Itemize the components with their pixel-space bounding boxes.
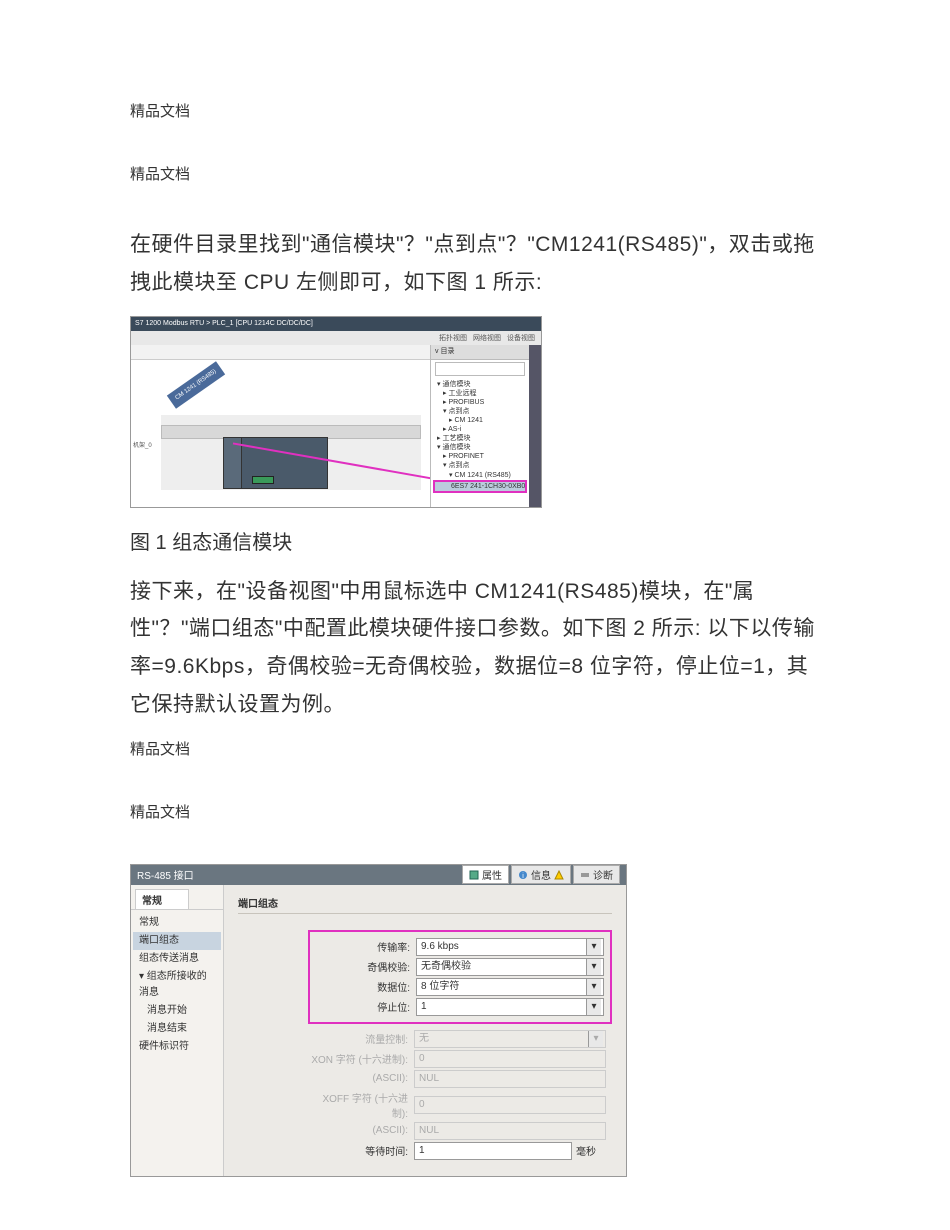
config-row: 传输率:9.6 kbps: [310, 938, 604, 956]
fig1-device-view: CM 1241 (RS485) 机架_0: [131, 345, 432, 507]
fig1-catalog-header: v 目录: [431, 345, 529, 360]
catalog-tree-item[interactable]: ▾ CM 1241 (RS485): [433, 471, 527, 480]
config-label: (ASCII):: [308, 1125, 414, 1136]
config-label: 流量控制:: [308, 1031, 414, 1046]
fig2-nav-item[interactable]: 硬件标识符: [133, 1038, 221, 1056]
fig2-tab-diag-label: 诊断: [593, 867, 613, 882]
fig2-nav-item[interactable]: ▾ 组态所接收的消息: [133, 968, 221, 1002]
catalog-tree-item[interactable]: ▾ 点到点: [433, 461, 527, 470]
fig2-nav-item[interactable]: 消息结束: [133, 1020, 221, 1038]
fig1-tab-network[interactable]: 网络视图: [473, 333, 501, 343]
config-field-disabled: NUL: [414, 1070, 606, 1088]
config-dropdown[interactable]: 1: [416, 998, 604, 1016]
fig2-port-config-form: 传输率:9.6 kbps奇偶校验:无奇偶校验数据位:8 位字符停止位:1: [308, 930, 612, 1024]
header-text-2: 精品文档: [130, 163, 820, 184]
config-dropdown[interactable]: 8 位字符: [416, 978, 604, 996]
fig2-tab-group: 属性 i 信息 诊断: [462, 865, 620, 884]
info-icon: i: [518, 870, 528, 880]
fig1-tab-topology[interactable]: 拓扑视图: [439, 333, 467, 343]
fig2-content: 端口组态 传输率:9.6 kbps奇偶校验:无奇偶校验数据位:8 位字符停止位:…: [224, 885, 626, 1176]
catalog-selected-item[interactable]: 6ES7 241-1CH30-0XB0: [433, 480, 527, 493]
fig1-window-title: S7 1200 Modbus RTU > PLC_1 [CPU 1214C DC…: [131, 317, 541, 331]
header-text-3: 精品文档: [130, 738, 820, 759]
config-field-disabled: 无: [414, 1030, 606, 1048]
config-dropdown[interactable]: 无奇偶校验: [416, 958, 604, 976]
catalog-tree-item[interactable]: ▾ 通信模块: [433, 380, 527, 389]
fig1-left-toolbar: [131, 345, 431, 360]
fig2-tab-properties-label: 属性: [482, 867, 502, 882]
fig2-tab-info[interactable]: i 信息: [511, 865, 571, 884]
config-row: XON 字符 (十六进制):0: [308, 1050, 606, 1068]
fig1-cpu-module[interactable]: [241, 437, 328, 489]
config-field-disabled: NUL: [414, 1122, 606, 1140]
config-label: 传输率:: [310, 939, 416, 954]
config-label: 停止位:: [310, 999, 416, 1014]
catalog-tree-item[interactable]: ▾ 点到点: [433, 407, 527, 416]
fig1-tab-device[interactable]: 设备视图: [507, 333, 535, 343]
fig2-nav-tab[interactable]: 常规: [135, 889, 189, 909]
paragraph-1: 在硬件目录里找到"通信模块"？"点到点"？"CM1241(RS485)"，双击或…: [130, 226, 820, 302]
fig2-nav-list: 常规端口组态组态传送消息▾ 组态所接收的消息消息开始消息结束硬件标识符: [131, 909, 223, 1060]
catalog-tree-item[interactable]: ▸ CM 1241: [433, 416, 527, 425]
config-unit: 毫秒: [572, 1143, 606, 1158]
config-row: 奇偶校验:无奇偶校验: [310, 958, 604, 976]
config-label: XON 字符 (十六进制):: [308, 1051, 414, 1066]
document-page: 精品文档 精品文档 在硬件目录里找到"通信模块"？"点到点"？"CM1241(R…: [0, 0, 950, 1217]
config-label: 奇偶校验:: [310, 959, 416, 974]
config-row: 数据位:8 位字符: [310, 978, 604, 996]
fig2-tab-diag[interactable]: 诊断: [573, 865, 620, 884]
fig1-search-box[interactable]: [435, 362, 525, 376]
figure-1-screenshot: S7 1200 Modbus RTU > PLC_1 [CPU 1214C DC…: [130, 316, 542, 508]
config-row: (ASCII):NUL: [308, 1122, 606, 1140]
config-row: 停止位:1: [310, 998, 604, 1016]
catalog-tree-item[interactable]: ▸ PROFINET: [433, 452, 527, 461]
fig1-module-label: CM 1241 (RS485): [167, 361, 225, 409]
diag-icon: [580, 870, 590, 880]
config-row: 等待时间:1毫秒: [308, 1142, 606, 1160]
header-text-4: 精品文档: [130, 801, 820, 822]
catalog-tree-item[interactable]: ▾ 通信模块: [433, 443, 527, 452]
fig1-catalog-panel: v 目录 ▾ 通信模块▸ 工业远程▸ PROFIBUS▾ 点到点▸ CM 124…: [430, 345, 529, 507]
fig1-right-sidebar: [529, 345, 541, 507]
fig2-titlebar: RS-485 接口 属性 i 信息: [131, 865, 626, 885]
catalog-tree-item[interactable]: ▸ PROFIBUS: [433, 398, 527, 407]
config-row: XOFF 字符 (十六进制):0: [308, 1090, 606, 1120]
fig2-body: 常规 常规端口组态组态传送消息▾ 组态所接收的消息消息开始消息结束硬件标识符 端…: [131, 885, 626, 1176]
config-label: XOFF 字符 (十六进制):: [308, 1090, 414, 1120]
fig1-catalog-tree[interactable]: ▾ 通信模块▸ 工业远程▸ PROFIBUS▾ 点到点▸ CM 1241▸ AS…: [431, 378, 529, 495]
config-row: 流量控制:无: [308, 1030, 606, 1048]
catalog-tree-item[interactable]: ▸ 工业远程: [433, 389, 527, 398]
warning-icon: [554, 870, 564, 880]
fig1-rack-label: 机架_0: [133, 440, 152, 449]
fig2-tab-properties[interactable]: 属性: [462, 865, 509, 884]
config-label: (ASCII):: [308, 1073, 414, 1084]
figure-2-screenshot: RS-485 接口 属性 i 信息: [130, 864, 627, 1177]
fig2-title-text: RS-485 接口: [137, 867, 194, 882]
figure-1-caption: 图 1 组态通信模块: [130, 526, 820, 555]
catalog-tree-item[interactable]: ▸ AS-i: [433, 425, 527, 434]
config-row: (ASCII):NUL: [308, 1070, 606, 1088]
config-field-disabled: 0: [414, 1096, 606, 1114]
config-label: 等待时间:: [308, 1143, 414, 1158]
config-field[interactable]: 1: [414, 1142, 572, 1160]
config-dropdown[interactable]: 9.6 kbps: [416, 938, 604, 956]
config-field-disabled: 0: [414, 1050, 606, 1068]
config-label: 数据位:: [310, 979, 416, 994]
fig2-nav-item[interactable]: 组态传送消息: [133, 950, 221, 968]
header-text-1: 精品文档: [130, 100, 820, 121]
fig2-nav-item[interactable]: 消息开始: [133, 1002, 221, 1020]
fig2-extra-rows: 流量控制:无XON 字符 (十六进制):0(ASCII):NULXOFF 字符 …: [308, 1024, 612, 1166]
paragraph-2: 接下来，在"设备视图"中用鼠标选中 CM1241(RS485)模块，在"属性"？…: [130, 573, 820, 724]
properties-icon: [469, 870, 479, 880]
fig2-nav-item[interactable]: 端口组态: [133, 932, 221, 950]
fig2-section-title: 端口组态: [238, 895, 612, 914]
catalog-tree-item[interactable]: ▸ 工艺模块: [433, 434, 527, 443]
fig1-toolbar: 拓扑视图 网络视图 设备视图: [131, 331, 541, 346]
fig2-tab-info-label: 信息: [531, 867, 551, 882]
fig2-nav-item[interactable]: 常规: [133, 914, 221, 932]
fig2-nav-panel: 常规 常规端口组态组态传送消息▾ 组态所接收的消息消息开始消息结束硬件标识符: [131, 885, 224, 1176]
